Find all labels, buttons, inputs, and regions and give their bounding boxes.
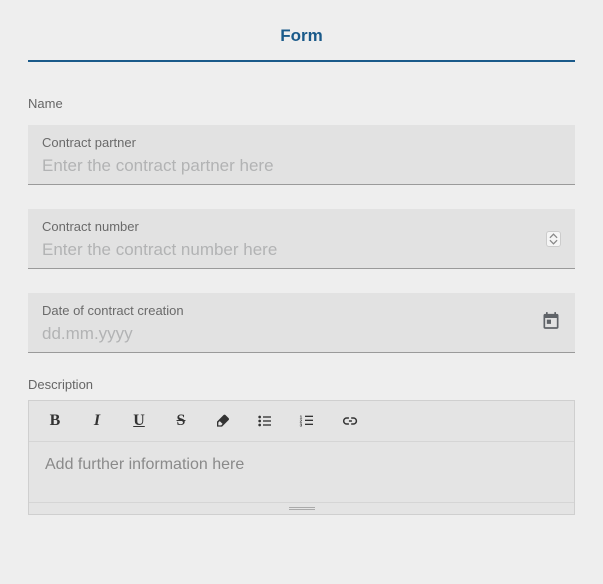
rte-bold-button[interactable]: B xyxy=(45,411,65,431)
list-ul-icon xyxy=(257,413,273,429)
field-contract-number[interactable]: Contract number xyxy=(28,209,575,269)
rich-text-editor: B I U S 123 Add further information here xyxy=(28,400,575,515)
field-contract-date[interactable]: Date of contract creation xyxy=(28,293,575,353)
field-label-contract-number: Contract number xyxy=(42,219,561,234)
field-contract-partner[interactable]: Contract partner xyxy=(28,125,575,185)
rte-underline-button[interactable]: U xyxy=(129,411,149,431)
contract-number-input[interactable] xyxy=(42,236,561,266)
rte-strike-button[interactable]: S xyxy=(171,411,191,431)
rte-resize-handle[interactable] xyxy=(29,502,574,514)
section-label-description: Description xyxy=(28,377,575,392)
grip-icon xyxy=(289,507,315,510)
section-label-name: Name xyxy=(28,96,575,111)
contract-date-input[interactable] xyxy=(42,320,561,350)
number-stepper-icon[interactable] xyxy=(546,231,561,247)
rte-body[interactable]: Add further information here xyxy=(29,442,574,502)
rte-ul-button[interactable] xyxy=(255,411,275,431)
rte-link-button[interactable] xyxy=(339,411,359,431)
rte-erase-button[interactable] xyxy=(213,411,233,431)
contract-partner-input[interactable] xyxy=(42,152,561,182)
field-label-contract-partner: Contract partner xyxy=(42,135,561,150)
rte-italic-button[interactable]: I xyxy=(87,411,107,431)
calendar-icon[interactable] xyxy=(541,310,561,335)
page-header: Form xyxy=(28,26,575,62)
field-label-contract-date: Date of contract creation xyxy=(42,303,561,318)
page-title: Form xyxy=(28,26,575,46)
eraser-icon xyxy=(215,413,231,429)
list-ol-icon: 123 xyxy=(299,413,315,429)
rte-toolbar: B I U S 123 xyxy=(29,401,574,442)
rte-ol-button[interactable]: 123 xyxy=(297,411,317,431)
svg-text:3: 3 xyxy=(300,422,303,427)
link-icon xyxy=(340,412,358,430)
